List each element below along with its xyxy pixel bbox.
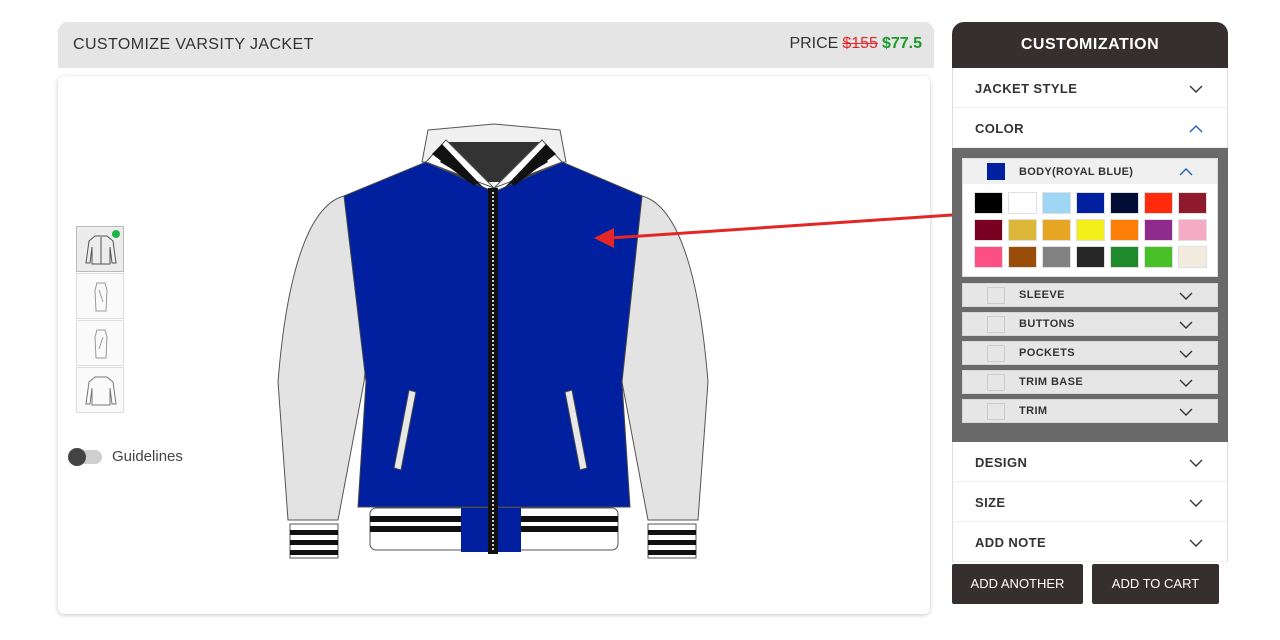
price-label: PRICE — [789, 35, 839, 52]
color-swatch[interactable] — [1074, 190, 1107, 216]
body-color-swatch — [987, 163, 1005, 180]
part-label: TRIM BASE — [1019, 376, 1084, 388]
part-color-swatch — [987, 374, 1005, 391]
view-thumbnails — [76, 226, 124, 414]
color-swatch[interactable] — [1042, 246, 1071, 268]
part-sleeve[interactable]: SLEEVE — [962, 283, 1218, 307]
old-price: $155 — [842, 35, 878, 52]
chevron-down-icon — [1189, 499, 1203, 507]
chevron-up-icon — [1189, 125, 1203, 133]
color-swatch-grid — [962, 184, 1218, 277]
part-label: POCKETS — [1019, 347, 1075, 359]
color-swatch[interactable] — [1178, 219, 1207, 241]
jacket-front-icon — [85, 235, 117, 265]
color-swatch[interactable] — [1042, 219, 1071, 241]
chevron-down-icon — [1189, 539, 1203, 547]
color-swatch[interactable] — [974, 246, 1003, 268]
jacket-preview-canvas: Guidelines — [58, 76, 930, 614]
part-label: BODY(ROYAL BLUE) — [1019, 166, 1134, 178]
part-body[interactable]: BODY(ROYAL BLUE) — [962, 158, 1218, 184]
color-swatch[interactable] — [1076, 219, 1105, 241]
add-to-cart-button[interactable]: ADD TO CART — [1092, 564, 1219, 604]
section-label: ADD NOTE — [975, 535, 1047, 550]
color-swatch[interactable] — [1178, 246, 1207, 268]
part-color-swatch — [987, 287, 1005, 304]
view-right-thumbnail[interactable] — [76, 320, 124, 366]
view-front-thumbnail[interactable] — [76, 226, 124, 272]
view-back-thumbnail[interactable] — [76, 367, 124, 413]
jacket-side-icon — [94, 329, 108, 359]
color-swatch[interactable] — [1144, 219, 1173, 241]
chevron-down-icon — [1179, 379, 1193, 387]
jacket-back-icon — [85, 376, 117, 406]
new-price: $77.5 — [881, 35, 922, 52]
color-swatch[interactable] — [974, 192, 1003, 214]
part-color-swatch — [987, 345, 1005, 362]
customization-panel: CUSTOMIZATION JACKET STYLE COLOR BODY(RO… — [952, 22, 1228, 562]
color-swatch[interactable] — [1110, 246, 1139, 268]
color-swatch[interactable] — [1008, 246, 1037, 268]
toggle-knob — [68, 447, 86, 466]
part-label: SLEEVE — [1019, 289, 1065, 301]
part-trim[interactable]: TRIM — [962, 399, 1218, 423]
color-swatch[interactable] — [1178, 192, 1207, 214]
section-label: JACKET STYLE — [975, 81, 1078, 96]
part-label: BUTTONS — [1019, 318, 1075, 330]
section-color[interactable]: COLOR — [952, 108, 1228, 148]
guidelines-toggle-row: Guidelines — [68, 447, 183, 466]
guidelines-label: Guidelines — [112, 448, 183, 465]
section-add-note[interactable]: ADD NOTE — [952, 522, 1228, 562]
panel-title: CUSTOMIZATION — [952, 22, 1228, 68]
chevron-down-icon — [1179, 408, 1193, 416]
color-swatch[interactable] — [974, 219, 1003, 241]
chevron-down-icon — [1179, 350, 1193, 358]
section-label: SIZE — [975, 495, 1006, 510]
guidelines-toggle[interactable] — [68, 447, 102, 466]
section-design[interactable]: DESIGN — [952, 442, 1228, 482]
section-label: DESIGN — [975, 455, 1028, 470]
chevron-up-icon — [1179, 168, 1193, 176]
header-bar: CUSTOMIZE VARSITY JACKET PRICE $155 $77.5 — [58, 22, 934, 68]
part-label: TRIM — [1019, 405, 1048, 417]
color-swatch[interactable] — [1042, 192, 1071, 214]
page-title: CUSTOMIZE VARSITY JACKET — [73, 36, 314, 53]
chevron-down-icon — [1189, 85, 1203, 93]
chevron-down-icon — [1179, 292, 1193, 300]
part-color-swatch — [987, 316, 1005, 333]
color-options: BODY(ROYAL BLUE) SLEEVE BUTTONS POCKETS … — [952, 148, 1228, 442]
color-swatch[interactable] — [1008, 219, 1037, 241]
color-swatch[interactable] — [1144, 192, 1173, 214]
color-swatch[interactable] — [1110, 219, 1139, 241]
section-label: COLOR — [975, 121, 1024, 136]
color-swatch[interactable] — [1008, 192, 1037, 214]
price: PRICE $155 $77.5 — [789, 35, 922, 53]
jacket-side-icon — [94, 282, 108, 312]
jacket-preview-image — [277, 123, 709, 559]
color-swatch[interactable] — [1144, 246, 1173, 268]
part-buttons[interactable]: BUTTONS — [962, 312, 1218, 336]
view-left-thumbnail[interactable] — [76, 273, 124, 319]
color-swatch[interactable] — [1076, 246, 1105, 268]
color-swatch[interactable] — [1110, 192, 1139, 214]
part-pockets[interactable]: POCKETS — [962, 341, 1218, 365]
part-trim-base[interactable]: TRIM BASE — [962, 370, 1218, 394]
chevron-down-icon — [1189, 459, 1203, 467]
section-size[interactable]: SIZE — [952, 482, 1228, 522]
section-jacket-style[interactable]: JACKET STYLE — [952, 68, 1228, 108]
chevron-down-icon — [1179, 321, 1193, 329]
part-color-swatch — [987, 403, 1005, 420]
add-another-button[interactable]: ADD ANOTHER — [952, 564, 1083, 604]
